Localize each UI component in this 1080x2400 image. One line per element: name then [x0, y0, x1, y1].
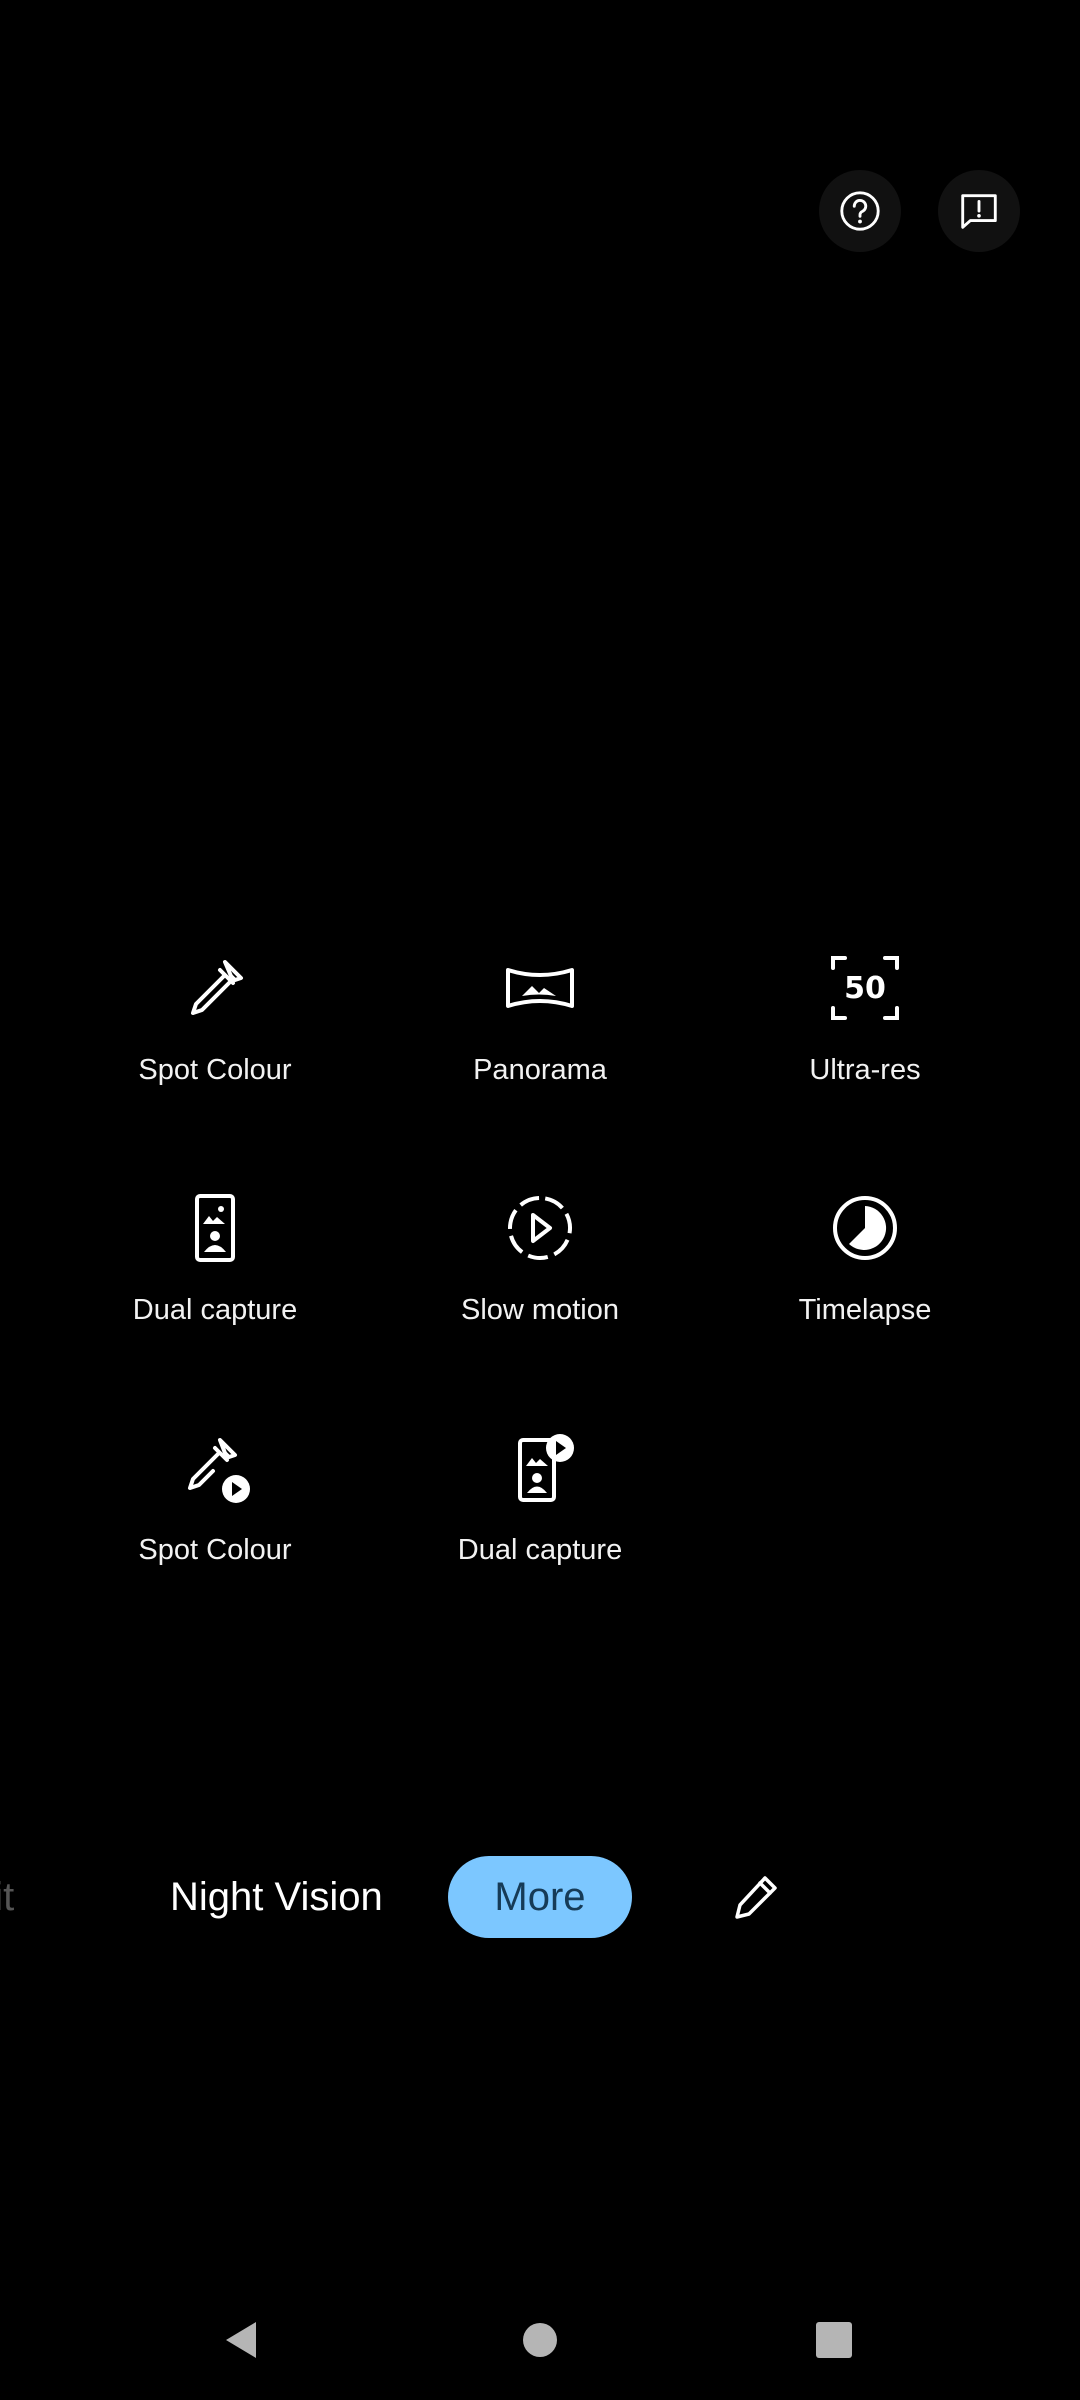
recents-square-icon	[816, 2322, 852, 2358]
pencil-icon	[735, 1876, 777, 1919]
feedback-chat-icon	[961, 194, 997, 229]
question-circle-icon	[840, 191, 880, 231]
mode-label: Panorama	[473, 1054, 607, 1086]
feedback-button[interactable]	[938, 170, 1020, 252]
mode-label: Spot Colour	[138, 1534, 292, 1566]
nav-recents-button[interactable]	[794, 2300, 874, 2380]
eyedropper-icon	[175, 948, 255, 1028]
ultra-res-50-icon: 50	[825, 948, 905, 1028]
camera-more-modes-screen: Spot Colour Panorama 50 Ultra-res Dual c…	[0, 0, 1080, 2400]
modes-row-1: Spot Colour Panorama 50 Ultra-res	[0, 940, 1080, 1180]
back-triangle-icon	[226, 2322, 256, 2358]
mode-label: Dual capture	[457, 1534, 623, 1566]
home-circle-icon	[523, 2323, 557, 2357]
modes-row-3: Spot Colour Dual capture	[0, 1420, 1080, 1660]
dual-capture-video-icon	[500, 1428, 580, 1508]
mode-label: Timelapse	[798, 1294, 932, 1326]
ultra-res-icon-text: 50	[844, 971, 886, 1006]
modes-row-2: Dual capture Slow motion Timelapse	[0, 1180, 1080, 1420]
mode-tab-more[interactable]: More	[448, 1856, 632, 1938]
mode-ultra-res[interactable]: 50 Ultra-res	[715, 940, 1015, 1140]
mode-tab-night-vision[interactable]: Night Vision	[170, 1856, 383, 1938]
mode-label: Dual capture	[132, 1294, 298, 1326]
mode-label: Slow motion	[461, 1294, 619, 1326]
panorama-icon	[500, 948, 580, 1028]
more-modes-grid: Spot Colour Panorama 50 Ultra-res Dual c…	[0, 940, 1080, 1660]
slow-motion-icon	[500, 1188, 580, 1268]
mode-panorama[interactable]: Panorama	[390, 940, 690, 1140]
dual-capture-icon	[175, 1188, 255, 1268]
nav-home-button[interactable]	[500, 2300, 580, 2380]
mode-slow-motion[interactable]: Slow motion	[390, 1180, 690, 1380]
system-navigation-bar	[0, 2300, 1080, 2380]
mode-spot-colour-video[interactable]: Spot Colour	[65, 1420, 365, 1620]
eyedropper-video-icon	[175, 1428, 255, 1508]
help-button[interactable]	[819, 170, 901, 252]
timelapse-icon	[825, 1188, 905, 1268]
mode-label: Ultra-res	[809, 1054, 921, 1086]
nav-back-button[interactable]	[204, 2300, 284, 2380]
mode-dual-capture-video[interactable]: Dual capture	[390, 1420, 690, 1620]
mode-tab-portrait-partial[interactable]: ait	[0, 1856, 14, 1938]
mode-label: Spot Colour	[138, 1054, 292, 1086]
edit-modes-button[interactable]	[728, 1856, 784, 1938]
mode-timelapse[interactable]: Timelapse	[715, 1180, 1015, 1380]
mode-spot-colour[interactable]: Spot Colour	[65, 940, 365, 1140]
camera-mode-strip: ait Night Vision More	[0, 1856, 1080, 1938]
mode-dual-capture[interactable]: Dual capture	[65, 1180, 365, 1380]
